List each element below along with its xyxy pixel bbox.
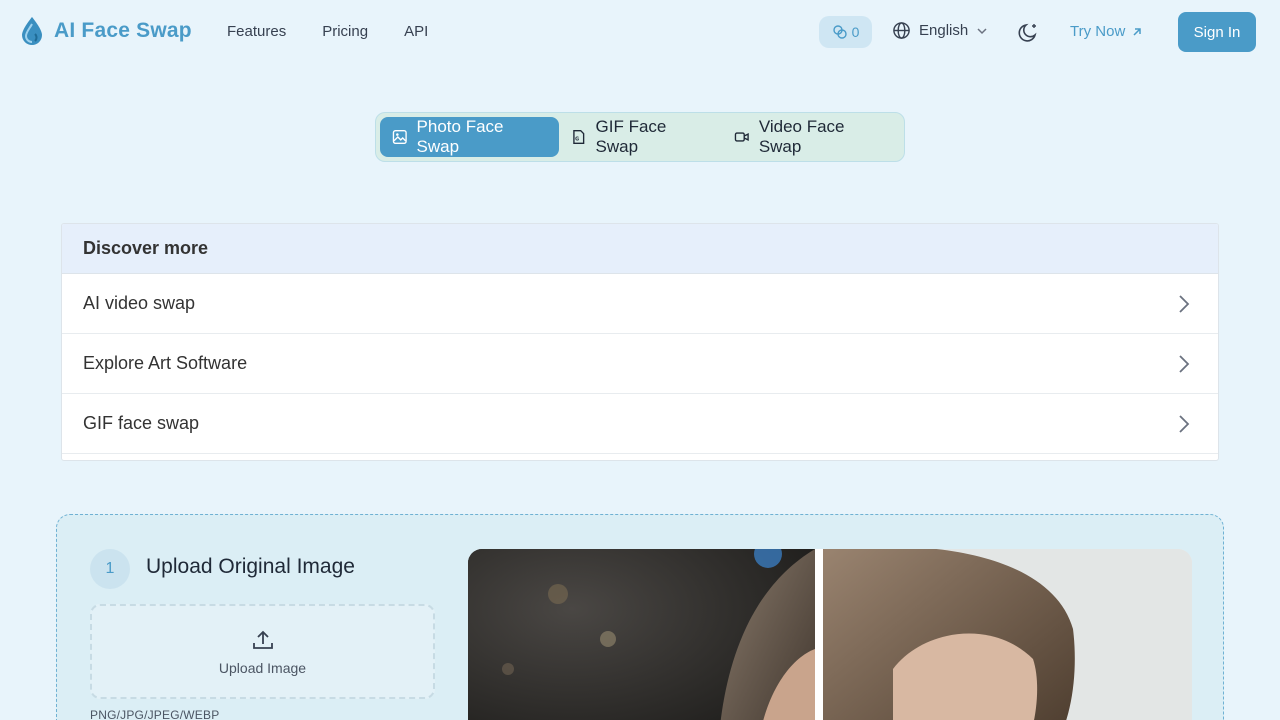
chevron-down-icon (977, 27, 987, 34)
step-number-badge: 1 (90, 549, 130, 589)
globe-icon (893, 22, 910, 39)
upload-label: Upload Image (218, 659, 307, 676)
discover-item-label: AI video swap (83, 293, 196, 313)
tab-gif-face-swap[interactable]: G GIF Face Swap (559, 117, 722, 157)
top-navbar: AI Face Swap Features Pricing API 0 Engl… (0, 0, 1280, 64)
chevron-right-icon (1179, 414, 1190, 433)
nav-link-features[interactable]: Features (227, 23, 286, 40)
supported-formats: PNG/JPG/JPEG/WEBP (90, 708, 220, 720)
video-icon (735, 132, 750, 142)
arrow-up-right-icon (1133, 27, 1142, 36)
language-selector[interactable]: English (892, 21, 988, 40)
tab-label: Video Face Swap (758, 117, 845, 156)
swapped-preview-image (823, 549, 1192, 720)
upload-dropzone[interactable]: Upload Image (90, 604, 435, 699)
mode-tabs: Photo Face Swap G GIF Face Swap Video Fa… (375, 112, 905, 162)
discover-more-panel: Discover more AI video swap Explore Art … (61, 223, 1219, 461)
try-now-label: Try Now (1070, 23, 1126, 40)
file-gif-icon: G (573, 130, 585, 144)
tab-label: GIF Face Swap (595, 117, 667, 156)
discover-item-label: Explore Art Software (83, 353, 248, 373)
sign-in-button[interactable]: Sign In (1178, 12, 1256, 52)
chevron-right-icon (1179, 294, 1190, 313)
svg-text:G: G (575, 136, 579, 142)
credits-count: 0 (851, 24, 860, 40)
upload-icon (252, 630, 273, 649)
credits-badge[interactable]: 0 (819, 16, 872, 48)
tab-label: Photo Face Swap (416, 117, 504, 156)
tab-video-face-swap[interactable]: Video Face Swap (722, 117, 900, 157)
language-label: English (919, 22, 969, 39)
discover-item-explore-art-software[interactable]: Explore Art Software (62, 334, 1218, 394)
try-now-link[interactable]: Try Now (1070, 23, 1143, 40)
nav-link-pricing[interactable]: Pricing (322, 23, 368, 40)
chevron-right-icon (1179, 354, 1190, 373)
logo[interactable]: AI Face Swap (20, 16, 192, 46)
discover-item-ai-video-swap[interactable]: AI video swap (62, 274, 1218, 334)
original-preview-image (468, 549, 815, 720)
theme-toggle-button[interactable] (1018, 21, 1040, 48)
nav-link-api[interactable]: API (404, 23, 428, 40)
face-swap-workspace: 1 Upload Original Image Upload Image PNG… (56, 514, 1224, 720)
coins-icon (832, 25, 847, 39)
discover-item-gif-face-swap[interactable]: GIF face swap (62, 394, 1218, 454)
step-title: Upload Original Image (146, 555, 355, 578)
logo-text: AI Face Swap (54, 19, 192, 42)
discover-more-title: Discover more (62, 224, 1218, 274)
discover-item-label: GIF face swap (83, 413, 200, 433)
preview-comparison (468, 549, 1192, 720)
main-nav: Features Pricing API (227, 23, 464, 40)
droplet-logo-icon (22, 17, 42, 45)
moon-icon (1018, 23, 1037, 42)
tab-photo-face-swap[interactable]: Photo Face Swap (380, 117, 559, 157)
image-icon (392, 130, 407, 144)
